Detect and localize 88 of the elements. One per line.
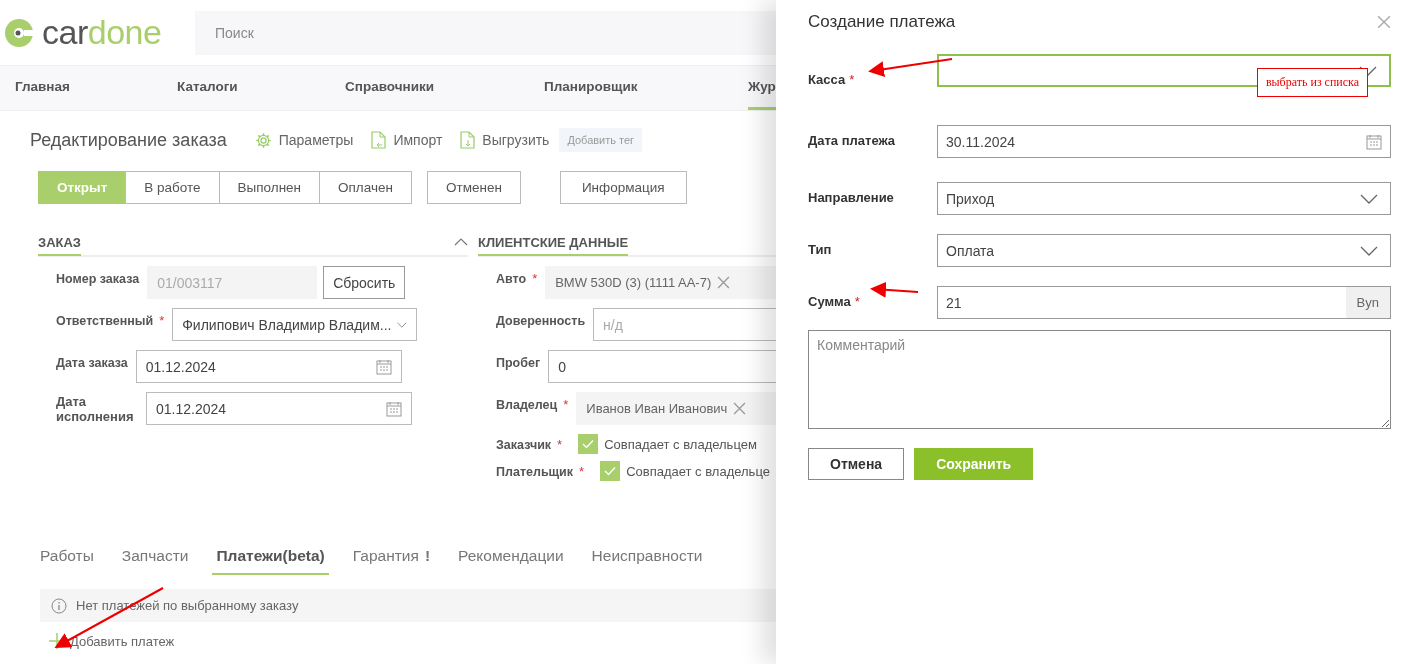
field-label: Направление <box>808 190 894 205</box>
order-number-field: 01/003117 <box>147 266 318 299</box>
field-label: Тип <box>808 242 832 257</box>
section-title: КЛИЕНТСКИЕ ДАННЫЕ <box>478 230 629 256</box>
date-field[interactable]: 01.12.2024 <box>146 392 412 425</box>
required-mark: * <box>557 436 563 452</box>
field-label: Касса <box>808 72 846 87</box>
select-field[interactable]: Филипович Владимир Владим... <box>172 308 418 341</box>
file-arrow-icon <box>371 131 387 149</box>
select-field[interactable]: Приход <box>937 182 1391 215</box>
field-label: Дата платежа <box>808 133 896 148</box>
status-button[interactable]: Выполнен <box>218 171 321 204</box>
tab[interactable]: Запчасти <box>117 547 193 575</box>
search-field[interactable]: Поиск <box>195 10 776 55</box>
date-field[interactable]: 01.12.2024 <box>135 350 402 383</box>
cancel-button[interactable]: Отмена <box>808 448 905 480</box>
logo-text: cardone <box>42 13 162 52</box>
reset-button[interactable]: Сбросить <box>323 266 406 299</box>
calendar-icon <box>386 400 402 417</box>
check-icon <box>582 439 595 449</box>
section-title: ЗАКАЗ <box>38 230 81 256</box>
nav-item[interactable]: Справочники <box>345 66 435 110</box>
chip-field[interactable]: BMW 530D (3) (1111 AA-7) <box>545 266 776 299</box>
field-label: Номер заказа <box>56 271 140 286</box>
annotation-note: выбрать из списка <box>1257 68 1368 97</box>
tab[interactable]: Работы <box>36 547 98 575</box>
annotation-arrow <box>870 281 919 298</box>
info-button[interactable]: Информация <box>559 171 687 204</box>
tab[interactable]: Гарантия ! <box>348 547 435 575</box>
required-mark: * <box>854 294 860 309</box>
gear-icon <box>254 131 272 149</box>
info-icon <box>51 597 67 614</box>
nav-item[interactable]: Планировщик <box>544 66 638 110</box>
tab[interactable]: Неисправности <box>587 547 707 575</box>
currency-label: Byn <box>1345 287 1390 318</box>
nav-item[interactable]: Каталоги <box>177 66 238 110</box>
toolbar-link[interactable]: Импорт <box>371 131 443 149</box>
page-title: Редактирование заказа <box>30 129 227 151</box>
close-icon[interactable] <box>717 276 731 289</box>
field-label: Плательщик <box>496 464 574 479</box>
warning-mark: ! <box>424 547 431 565</box>
status-button[interactable]: В работе <box>125 171 220 204</box>
amount-field[interactable]: 21 Byn <box>937 286 1391 319</box>
required-mark: * <box>849 72 855 87</box>
comment-field[interactable]: Комментарий <box>808 330 1391 429</box>
toolbar-link-label: Импорт <box>393 132 443 148</box>
field-label: Пробег <box>496 355 541 370</box>
tab[interactable]: Платежи(beta) <box>212 547 329 575</box>
check-icon <box>604 466 617 476</box>
checkbox[interactable] <box>600 461 621 481</box>
required-mark: * <box>563 396 569 412</box>
status-button[interactable]: Оплачен <box>319 171 412 204</box>
chevron-down-icon <box>1360 193 1378 204</box>
field-label: Дата заказа <box>56 355 128 370</box>
close-button[interactable] <box>1377 15 1391 29</box>
file-download-icon <box>460 131 476 149</box>
toolbar-link-label: Выгрузить <box>482 132 550 148</box>
nav-item[interactable]: Главная <box>15 66 70 110</box>
chevron-up-icon[interactable] <box>454 238 468 246</box>
calendar-icon <box>1366 133 1382 150</box>
checkbox-label: Совпадает с владельце <box>626 463 770 479</box>
logo-icon <box>4 16 34 49</box>
field-label: Ответственный <box>56 313 154 328</box>
toolbar-link[interactable]: Параметры <box>254 131 354 149</box>
date-field[interactable]: 30.11.2024 <box>937 125 1391 158</box>
toolbar-link[interactable]: Выгрузить <box>460 131 550 149</box>
field-label: Авто <box>496 271 527 286</box>
add-payment-link[interactable]: Добавить платеж <box>48 632 776 650</box>
close-icon[interactable] <box>733 402 747 415</box>
calendar-icon <box>375 358 392 375</box>
input-field[interactable]: 0 <box>548 350 776 383</box>
chevron-down-icon <box>1360 245 1378 256</box>
field-label: Доверенность <box>496 313 586 328</box>
field-label: Заказчик <box>496 437 552 452</box>
field-label: Сумма <box>808 294 851 309</box>
required-mark: * <box>532 270 538 286</box>
toolbar-link-label: Параметры <box>278 132 354 148</box>
checkbox[interactable] <box>578 434 599 454</box>
dialog-title: Создание платежа <box>808 12 956 32</box>
status-button[interactable]: Отменен <box>426 171 521 204</box>
chip-field[interactable]: Иванов Иван Иванович <box>576 392 776 425</box>
field-label: Владелец <box>496 397 558 412</box>
field-label: Дата исполнения <box>56 393 135 424</box>
tab[interactable]: Рекомендации <box>454 547 568 575</box>
required-mark: * <box>159 312 165 328</box>
select-field[interactable]: Оплата <box>937 234 1391 267</box>
required-mark: * <box>579 463 585 479</box>
checkbox-label: Совпадает с владельцем <box>604 436 757 452</box>
